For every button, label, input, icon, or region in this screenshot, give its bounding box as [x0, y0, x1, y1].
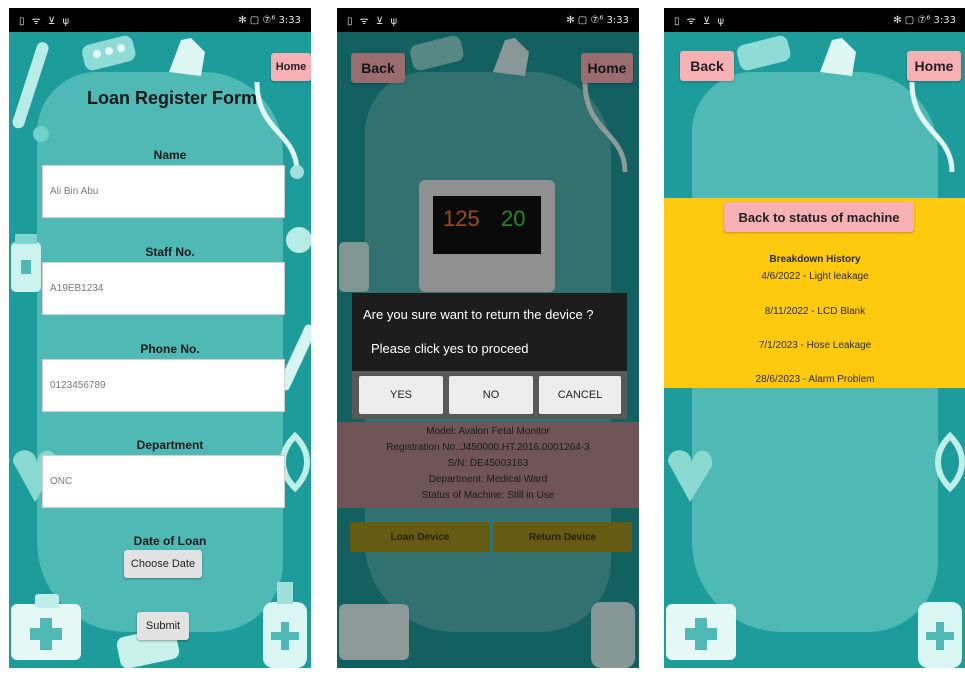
status-icons-right: ✻ ▢ ⑦⁶ 3:33 — [566, 14, 629, 26]
medicine-bottle-icon — [11, 234, 41, 292]
submit-button[interactable]: Submit — [137, 612, 189, 640]
home-button[interactable]: Home — [907, 51, 961, 81]
back-button[interactable]: Back — [680, 51, 734, 81]
no-button[interactable]: NO — [449, 376, 533, 414]
department-label: Department — [136, 438, 204, 452]
stethoscope-icon — [909, 81, 955, 173]
name-input[interactable] — [42, 165, 285, 218]
dialog-subtext: Please click yes to proceed — [371, 341, 529, 356]
submit-label: Submit — [145, 620, 181, 632]
history-item: 4/6/2022 - Light leakage — [761, 271, 869, 282]
pills-icon — [82, 35, 136, 71]
glove-icon — [820, 38, 856, 76]
home-button-label: Home — [275, 61, 307, 73]
status-icons-left: ▯ ᯤ ⊻ ψ — [19, 16, 72, 27]
phone-screen-loan-form: ▯ ᯤ ⊻ ψ ✻ ▢ ⑦⁶ 3:33 Home Loan Register F… — [9, 8, 311, 668]
status-bar: ▯ ᯤ ⊻ ψ ✻ ▢ ⑦⁶ 3:33 — [664, 8, 965, 32]
phone-screen-return-dialog: ▯ ᯤ ⊻ ψ ✻ ▢ ⑦⁶ 3:33 125 20 Back Home Mod… — [337, 8, 639, 668]
date-of-loan-label: Date of Loan — [133, 534, 207, 548]
back-to-status-label: Back to status of machine — [738, 209, 900, 225]
staff-no-label: Staff No. — [145, 245, 195, 259]
history-item: 7/1/2023 - Hose Leakage — [758, 340, 872, 351]
staff-no-input[interactable] — [42, 262, 285, 315]
choose-date-label: Choose Date — [130, 558, 196, 570]
heart-monitor-icon — [668, 450, 713, 502]
no-label: NO — [482, 389, 500, 401]
breakdown-history-panel: Back to status of machine Breakdown Hist… — [664, 198, 965, 388]
pills-icon — [737, 35, 791, 71]
first-aid-kit-icon — [11, 594, 81, 660]
phone-screen-breakdown-history: ▯ ᯤ ⊻ ψ ✻ ▢ ⑦⁶ 3:33 Back Home Back to st… — [664, 8, 965, 668]
sanitizer-bottle-icon — [918, 602, 962, 668]
ribbon-icon — [935, 432, 965, 493]
home-button-label: Home — [914, 58, 954, 74]
name-label: Name — [153, 148, 187, 162]
status-icons-left: ▯ ᯤ ⊻ ψ — [674, 16, 727, 27]
cancel-button[interactable]: CANCEL — [539, 376, 621, 414]
history-item: 28/6/2023 - Alarm Problem — [755, 374, 875, 385]
back-to-status-button[interactable]: Back to status of machine — [724, 202, 914, 232]
status-bar: ▯ ᯤ ⊻ ψ ✻ ▢ ⑦⁶ 3:33 — [337, 8, 639, 32]
status-icons-right: ✻ ▢ ⑦⁶ 3:33 — [238, 14, 301, 26]
history-title: Breakdown History — [769, 254, 861, 265]
confirm-return-dialog: Are you sure want to return the device ?… — [352, 293, 627, 419]
cancel-label: CANCEL — [557, 389, 603, 401]
page-title: Loan Register Form — [86, 88, 258, 108]
dialog-message: Are you sure want to return the device ? — [363, 307, 594, 322]
choose-date-button[interactable]: Choose Date — [124, 550, 202, 578]
department-input[interactable] — [42, 455, 285, 508]
history-item: 8/11/2022 - LCD Blank — [764, 306, 866, 317]
yes-button[interactable]: YES — [359, 376, 443, 414]
status-icons-left: ▯ ᯤ ⊻ ψ — [347, 16, 400, 27]
status-icons-right: ✻ ▢ ⑦⁶ 3:33 — [893, 14, 956, 26]
yes-label: YES — [389, 389, 412, 401]
back-button-label: Back — [690, 58, 724, 74]
phone-no-input[interactable] — [42, 359, 285, 412]
phone-no-label: Phone No. — [140, 342, 200, 356]
glove-icon — [169, 38, 205, 76]
sanitizer-bottle-icon — [263, 582, 307, 668]
status-bar: ▯ ᯤ ⊻ ψ ✻ ▢ ⑦⁶ 3:33 — [9, 8, 311, 32]
first-aid-kit-icon — [666, 604, 736, 660]
home-button[interactable]: Home — [271, 53, 311, 81]
